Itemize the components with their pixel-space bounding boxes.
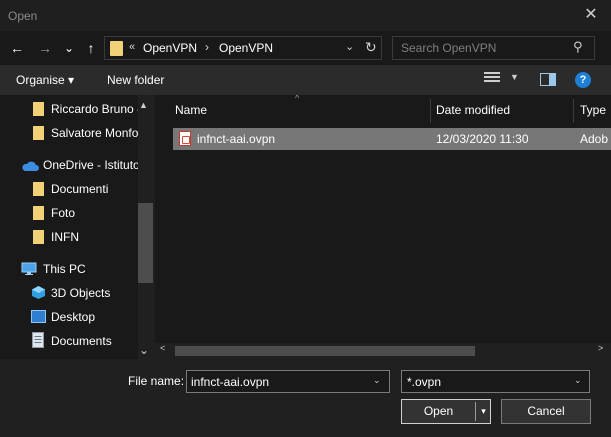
open-button[interactable]: Open ▾ (401, 399, 491, 424)
file-type-value: *.ovpn (407, 375, 442, 389)
sidebar-item-label: Desktop (51, 310, 96, 324)
chevron-down-icon[interactable]: ⌄ (574, 375, 582, 386)
breadcrumb-item[interactable]: OpenVPN (219, 41, 273, 55)
sidebar-item-label: INFN (51, 230, 79, 244)
folder-icon (33, 206, 44, 220)
sidebar-item-label: This PC (43, 262, 86, 276)
sidebar-item-documents[interactable]: Documents (0, 329, 138, 353)
folder-icon (33, 102, 44, 116)
dialog-footer: File name: infnct-aai.ovpn ⌄ *.ovpn ⌄ Op… (0, 359, 611, 437)
folder-icon (33, 126, 44, 140)
file-date-modified: 12/03/2020 11:30 (436, 132, 529, 146)
breadcrumb-item[interactable]: OpenVPN (143, 41, 197, 55)
recent-locations-chevron-icon[interactable]: ⌄ (62, 37, 76, 59)
chevron-down-icon[interactable]: ⌄ (373, 375, 381, 386)
sidebar-scroll-thumb[interactable] (138, 203, 153, 283)
folder-icon (33, 182, 44, 196)
computer-icon (21, 262, 37, 275)
window-title: Open (8, 9, 38, 23)
file-name: infnct-aai.ovpn (197, 132, 276, 146)
split-divider (475, 402, 476, 421)
title-bar: Open ✕ (0, 0, 611, 31)
sidebar-item-label: Documenti (51, 182, 109, 196)
column-divider[interactable] (573, 99, 574, 123)
file-type: Adob (580, 132, 609, 146)
sidebar-item-3d-objects[interactable]: 3D Objects (0, 281, 138, 305)
search-box[interactable]: Search OpenVPN ⚲ (392, 36, 595, 60)
file-name-field[interactable]: infnct-aai.ovpn ⌄ (186, 370, 390, 393)
file-name-value[interactable]: infnct-aai.ovpn (191, 375, 269, 389)
column-header-name[interactable]: Name (175, 103, 207, 117)
table-row[interactable]: infnct-aai.ovpn 12/03/2020 11:30 Adob (173, 128, 611, 150)
file-list: ^ Name Date modified Type infnct-aai.ovp… (155, 95, 611, 359)
file-name-label: File name: (128, 374, 185, 388)
onedrive-cloud-icon (22, 161, 39, 171)
sidebar-item-foto[interactable]: Foto (0, 201, 138, 225)
refresh-icon[interactable]: ↻ (365, 39, 377, 56)
scroll-right-icon[interactable]: > (598, 343, 603, 353)
navigation-bar: ← → ⌄ ↑ « OpenVPN › OpenVPN ⌄ ↻ Search O… (0, 31, 611, 65)
address-bar[interactable]: « OpenVPN › OpenVPN ⌄ ↻ (104, 36, 382, 60)
back-arrow-icon[interactable]: ← (8, 37, 26, 59)
breadcrumb-separator-icon[interactable]: › (205, 40, 209, 54)
search-input[interactable]: Search OpenVPN (401, 41, 496, 55)
desktop-icon (31, 310, 46, 323)
cancel-button[interactable]: Cancel (501, 399, 591, 424)
view-options-icon[interactable] (484, 72, 500, 86)
open-options-arrow-icon[interactable]: ▾ (477, 400, 490, 423)
folder-icon (110, 41, 123, 56)
sidebar-item-infn[interactable]: INFN (0, 225, 138, 249)
sidebar-item-riccardo-bruno[interactable]: Riccardo Bruno - (0, 97, 142, 121)
sidebar-item-label: 3D Objects (51, 286, 111, 300)
horizontal-scrollbar[interactable]: < > (155, 343, 611, 359)
3d-cube-icon (32, 286, 45, 299)
sidebar-item-desktop[interactable]: Desktop (0, 305, 138, 329)
scroll-up-icon[interactable]: ▲ (139, 100, 148, 110)
sort-ascending-icon: ^ (295, 95, 300, 103)
sidebar-item-label: Documents (51, 334, 112, 348)
address-dropdown-icon[interactable]: ⌄ (345, 40, 354, 53)
sidebar-item-label: Salvatore Monfo (51, 126, 139, 140)
up-arrow-icon[interactable]: ↑ (82, 37, 100, 59)
sidebar-item-label: Foto (51, 206, 76, 220)
acrobat-file-icon (179, 131, 191, 146)
open-button-label: Open (423, 404, 454, 418)
new-folder-button[interactable]: New folder (107, 73, 164, 87)
column-header-type[interactable]: Type (580, 103, 606, 117)
horizontal-scroll-thumb[interactable] (175, 346, 475, 356)
scroll-down-icon[interactable]: ⌄ (139, 343, 149, 357)
documents-icon (32, 332, 44, 348)
sidebar-item-salvatore-monfo[interactable]: Salvatore Monfo (0, 121, 138, 145)
column-header-date-modified[interactable]: Date modified (436, 103, 510, 117)
scroll-left-icon[interactable]: < (160, 343, 165, 353)
forward-arrow-icon[interactable]: → (36, 37, 54, 59)
close-icon[interactable]: ✕ (578, 3, 604, 27)
sidebar-item-label: OneDrive - Istituto (43, 158, 140, 172)
sidebar-item-onedrive[interactable]: OneDrive - Istituto (0, 153, 140, 177)
command-toolbar: Organise ▾ New folder ▼ ? (0, 65, 611, 95)
folder-icon (33, 230, 44, 244)
help-icon[interactable]: ? (575, 72, 591, 88)
preview-pane-icon[interactable] (540, 73, 556, 86)
sidebar-item-documenti[interactable]: Documenti (0, 177, 138, 201)
sidebar-item-this-pc[interactable]: This PC (0, 257, 138, 281)
organise-menu-button[interactable]: Organise ▾ (16, 73, 74, 87)
column-divider[interactable] (430, 99, 431, 123)
view-dropdown-icon[interactable]: ▼ (510, 72, 519, 82)
sidebar-item-label: Riccardo Bruno - (51, 102, 142, 116)
navigation-pane: Riccardo Bruno - Salvatore Monfo OneDriv… (0, 95, 153, 359)
search-icon: ⚲ (573, 39, 583, 54)
breadcrumb-overflow-icon[interactable]: « (129, 41, 135, 53)
file-type-select[interactable]: *.ovpn ⌄ (401, 370, 590, 393)
